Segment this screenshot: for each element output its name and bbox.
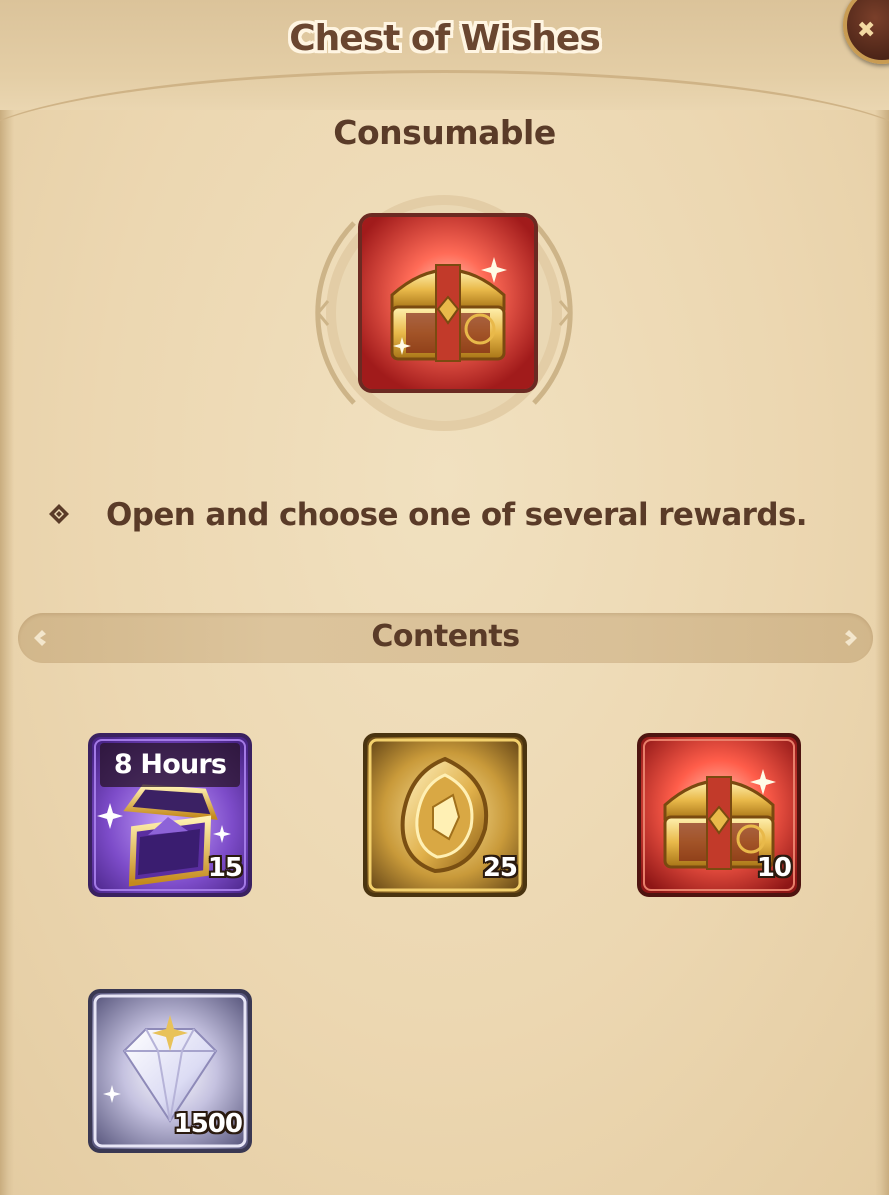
reward-count: 15 (207, 853, 243, 883)
panel-border-left (0, 0, 14, 1195)
reward-duration-tag: 8 Hours (100, 743, 240, 787)
reward-count: 1500 (173, 1109, 243, 1139)
reward-count: 25 (482, 853, 518, 883)
reward-item[interactable]: 25 (363, 733, 527, 897)
contents-heading: Contents (371, 619, 520, 654)
treasure-chest-icon (358, 213, 538, 393)
panel-title: Chest of Wishes (289, 18, 601, 59)
reward-item[interactable]: 8 Hours 15 (88, 733, 252, 897)
panel-header: Chest of Wishes (0, 0, 889, 110)
ornament-right-icon (845, 630, 857, 646)
contents-section-header: Contents (18, 613, 873, 663)
diamond-bullet-icon (49, 504, 69, 524)
item-description: Open and choose one of several rewards. (106, 497, 808, 533)
reward-count: 10 (756, 853, 792, 883)
reward-item[interactable]: 1500 (88, 989, 252, 1153)
panel-border-right (875, 0, 889, 1195)
reward-item[interactable]: 10 (637, 733, 801, 897)
item-type-label: Consumable (333, 113, 556, 152)
close-icon: ✖ (857, 18, 876, 43)
item-info-panel: Chest of Wishes ✖ Consumable Open and ch… (0, 0, 889, 1195)
